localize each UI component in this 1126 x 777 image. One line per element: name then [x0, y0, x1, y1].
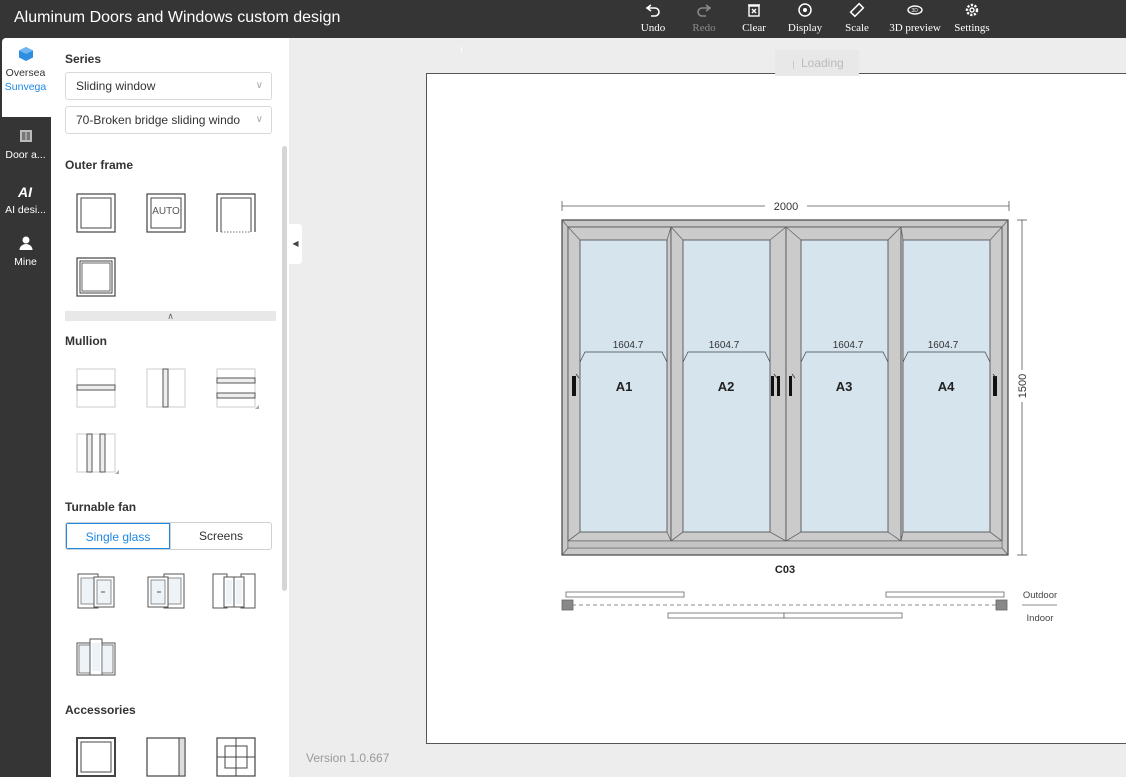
chevron-down-icon: ∨ — [255, 80, 263, 91]
collapse-bar[interactable]: ∧ — [65, 311, 276, 321]
display-button[interactable]: Display — [785, 2, 825, 36]
door-icon — [0, 128, 51, 148]
design-canvas[interactable]: 2000 1500 1604.7 1604.7 1604.7 1604.7 A1… — [426, 73, 1126, 744]
tab-single-glass[interactable]: Single glass — [66, 523, 170, 549]
fan-option-double[interactable] — [211, 568, 257, 614]
label-a2: A2 — [718, 379, 735, 394]
thick-frame-icon — [76, 257, 116, 297]
app-title: Aluminum Doors and Windows custom design — [14, 9, 341, 26]
label-a3: A3 — [836, 379, 853, 394]
window-drawing: 2000 1500 1604.7 1604.7 1604.7 1604.7 A1… — [561, 198, 1057, 624]
chevron-down-icon: ∨ — [255, 114, 263, 125]
left-rail: Oversea Sunvega Door a... AI AI desi... … — [0, 38, 51, 777]
label-a1: A1 — [616, 379, 633, 394]
series-title: Series — [65, 52, 102, 66]
dim-a3: 1604.7 — [833, 340, 864, 351]
outdoor-label: Outdoor — [1023, 590, 1057, 601]
track-plan — [561, 591, 1057, 619]
turnable-fan-title: Turnable fan — [65, 500, 137, 514]
rail-item-oversea[interactable]: Oversea Sunvega — [0, 46, 51, 94]
tab-screens[interactable]: Screens — [170, 523, 271, 549]
series-select[interactable]: Sliding window ∨ — [65, 72, 272, 100]
dim-a2: 1604.7 — [709, 340, 740, 351]
grille-accessory-icon — [216, 737, 256, 777]
3d-preview-icon: 3D — [885, 2, 945, 22]
settings-button[interactable]: Settings — [950, 2, 994, 36]
panel-scrollbar[interactable] — [282, 146, 287, 591]
left-fan-icon — [77, 573, 115, 609]
rail-item-ai[interactable]: AI AI desi... — [0, 183, 51, 217]
fan-option-right[interactable] — [143, 568, 189, 614]
outer-frame-option-auto[interactable]: AUTO — [143, 190, 189, 236]
mullion-option-horizontal[interactable] — [73, 365, 119, 411]
triple-fan-icon — [76, 638, 116, 676]
mullion-option-vertical[interactable] — [143, 365, 189, 411]
auto-label: AUTO — [152, 206, 180, 217]
accessory-option-3[interactable] — [213, 734, 259, 777]
side-frame-accessory-icon — [146, 737, 186, 777]
panel-collapse-handle[interactable]: ◀ — [289, 224, 302, 264]
ai-icon: AI — [0, 183, 51, 203]
mullion-option-double-horizontal[interactable] — [213, 365, 259, 411]
vertical-mullion-icon — [146, 368, 186, 408]
frame-accessory-icon — [76, 737, 116, 777]
horizontal-mullion-icon — [76, 368, 116, 408]
side-panel: Series Sliding window ∨ 70-Broken bridge… — [51, 38, 289, 777]
label-a4: A4 — [938, 379, 955, 394]
clear-button[interactable]: Clear — [738, 2, 770, 36]
redo-button[interactable]: Redo — [688, 2, 720, 36]
user-icon — [0, 235, 51, 255]
outer-frame-title: Outer frame — [65, 158, 134, 172]
mullion-title: Mullion — [65, 334, 107, 348]
redo-icon — [688, 2, 720, 22]
cube-icon — [0, 46, 51, 66]
rail-item-door[interactable]: Door a... — [0, 128, 51, 162]
accessories-title: Accessories — [65, 703, 136, 717]
outer-frame-option-3[interactable] — [213, 190, 259, 236]
width-dimension: 2000 — [561, 198, 1010, 214]
rail-item-mine[interactable]: Mine — [0, 235, 51, 269]
clear-icon — [738, 2, 770, 22]
square-frame-icon — [76, 193, 116, 233]
chevron-up-icon: ∧ — [167, 311, 174, 321]
outer-frame-option-1[interactable] — [73, 190, 119, 236]
dim-a4: 1604.7 — [928, 340, 959, 351]
fan-option-triple[interactable] — [73, 635, 119, 681]
double-horizontal-mullion-icon — [216, 368, 259, 409]
width-dim-label: 2000 — [774, 201, 798, 213]
svg-text:AI: AI — [17, 184, 33, 199]
chevron-left-icon: ◀ — [292, 239, 299, 248]
svg-text:3D: 3D — [912, 8, 919, 14]
marker — [461, 47, 462, 52]
spinner-icon: ❘ — [790, 60, 797, 69]
outer-frame-option-4[interactable] — [73, 254, 119, 300]
fan-option-left[interactable] — [73, 568, 119, 614]
window-code: C03 — [775, 564, 795, 576]
height-dimension: 1500 — [1015, 219, 1029, 556]
eye-icon — [785, 2, 825, 22]
double-vertical-mullion-icon — [76, 433, 119, 474]
loading-indicator: ❘ Loading — [775, 50, 859, 76]
right-fan-icon — [147, 573, 185, 609]
model-select[interactable]: 70-Broken bridge sliding windo ∨ — [65, 106, 272, 134]
open-bottom-frame-icon — [216, 193, 256, 233]
height-dim-label: 1500 — [1017, 374, 1029, 398]
gear-icon — [950, 2, 994, 22]
mullion-option-double-vertical[interactable] — [73, 430, 119, 476]
dim-a1: 1604.7 — [613, 340, 644, 351]
version-label: Version 1.0.667 — [306, 751, 390, 765]
accessory-option-1[interactable] — [73, 734, 119, 777]
top-bar: Aluminum Doors and Windows custom design… — [0, 0, 1126, 38]
scale-button[interactable]: Scale — [840, 2, 874, 36]
ruler-icon — [840, 2, 874, 22]
accessory-option-2[interactable] — [143, 734, 189, 777]
indoor-label: Indoor — [1027, 613, 1054, 624]
fan-type-tabs: Single glass Screens — [65, 522, 272, 550]
3d-preview-button[interactable]: 3D 3D preview — [885, 2, 945, 36]
undo-icon — [637, 2, 669, 22]
undo-button[interactable]: Undo — [637, 2, 669, 36]
double-fan-icon — [212, 573, 256, 609]
